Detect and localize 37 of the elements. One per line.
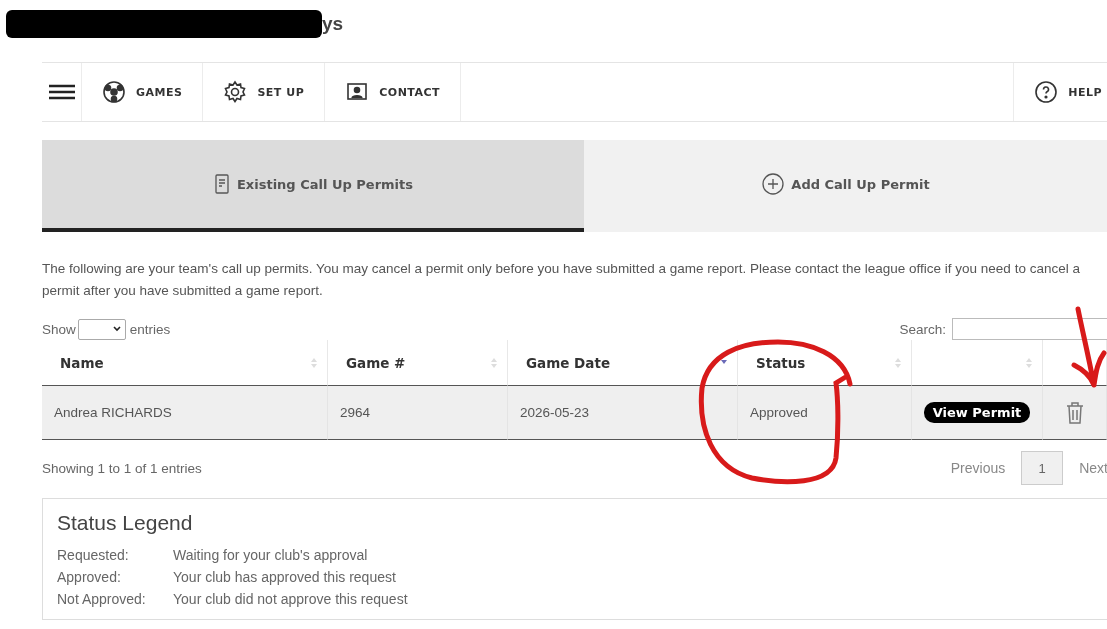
sort-icon: [1026, 356, 1032, 369]
legend-term: Requested:: [57, 547, 130, 563]
soccer-ball-icon: [102, 80, 126, 104]
previous-link[interactable]: Previous: [934, 460, 1022, 476]
page-button[interactable]: 1: [1021, 451, 1064, 485]
legend-term: Approved:: [57, 569, 122, 585]
view-permit-button[interactable]: View Permit: [923, 402, 1031, 423]
intro-text: The following are your team's call up permits. You may cancel a permit only before you have submitted a game report. Please contact the league office if you need to cancel a permit after you have submitted a game report.: [42, 260, 1081, 300]
show-label: Show: [42, 321, 76, 337]
search-field[interactable]: [952, 318, 1107, 340]
search-label: Search:: [899, 321, 946, 337]
table-cell: 2964: [328, 386, 508, 440]
help-icon: [1034, 80, 1059, 104]
legend-description: Waiting for your club's approval: [173, 547, 369, 563]
legend-description: Your club has approved this request: [173, 569, 397, 585]
menu-icon: [48, 84, 75, 100]
sort-icon: [311, 356, 317, 369]
trash-icon[interactable]: [1064, 400, 1085, 425]
table-info: Showing 1 to 1 of 1 entries: [42, 460, 202, 476]
tab[interactable]: Add Call Up Permit: [584, 140, 1107, 232]
legend-description: Your club did not approve this request: [173, 591, 409, 607]
sort-descending-icon: [721, 360, 727, 365]
sort-icon: [491, 356, 497, 369]
entries-label: entries: [129, 321, 171, 337]
table-cell: 2026-05-23: [508, 386, 738, 440]
settings-icon: [223, 80, 248, 104]
table-cell: Approved: [738, 386, 912, 440]
table-cell: Andrea RICHARDS: [42, 386, 328, 440]
page-title: ys: [322, 13, 344, 35]
legend-title: Status Legend: [57, 511, 194, 535]
add-circle-icon: [761, 172, 786, 196]
next-link[interactable]: Next: [1063, 460, 1107, 476]
tab[interactable]: Existing Call Up Permits: [42, 140, 584, 232]
document-icon: [212, 174, 231, 194]
chevron-down-icon: [112, 326, 121, 332]
sort-icon: [895, 356, 901, 369]
legend-term: Not Approved:: [57, 591, 147, 607]
